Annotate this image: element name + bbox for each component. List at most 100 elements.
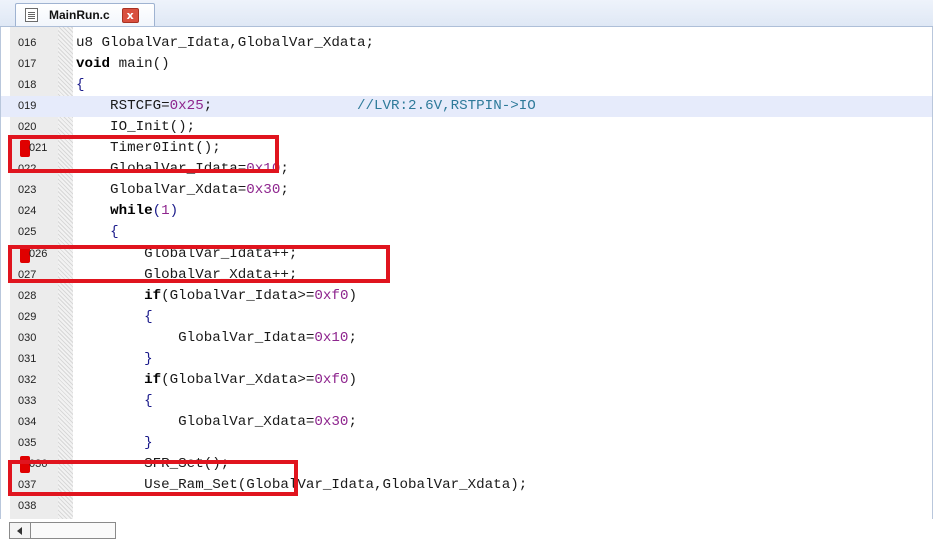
code-text[interactable]: IO_Init(); bbox=[76, 119, 195, 135]
horizontal-scrollbar[interactable] bbox=[0, 520, 933, 545]
line-number: 020 bbox=[18, 121, 37, 134]
code-line-029[interactable]: 029 { bbox=[1, 307, 932, 328]
code-text[interactable]: if(GlobalVar_Idata>=0xf0) bbox=[76, 288, 357, 304]
code-token: GlobalVar_Xdata= bbox=[76, 182, 247, 199]
close-tab-icon[interactable]: x bbox=[121, 7, 139, 23]
code-line-035[interactable]: 035 } bbox=[1, 433, 932, 454]
code-text[interactable]: u8 GlobalVar_Idata,GlobalVar_Xdata; bbox=[76, 35, 374, 51]
line-number: 016 bbox=[18, 37, 37, 49]
line-number: 030 bbox=[18, 331, 37, 344]
line-number: 025 bbox=[18, 226, 37, 239]
code-token: GlobalVar_Idata= bbox=[76, 329, 315, 346]
code-token: 0x30 bbox=[246, 182, 281, 199]
code-line-023[interactable]: 023 GlobalVar_Xdata=0x30; bbox=[1, 180, 932, 201]
code-line-030[interactable]: 030 GlobalVar_Idata=0x10; bbox=[1, 328, 932, 349]
code-token: //LVR:2.6V,RSTPIN->IO bbox=[356, 98, 536, 115]
code-token: IO_Init(); bbox=[76, 119, 196, 136]
code-token: ; bbox=[348, 329, 357, 346]
code-token: ; bbox=[203, 98, 357, 115]
code-token: ( bbox=[152, 203, 162, 220]
code-token: while bbox=[110, 203, 153, 220]
line-number: 028 bbox=[18, 289, 37, 302]
code-line-033[interactable]: 033 { bbox=[1, 391, 932, 412]
code-token: ; bbox=[348, 413, 357, 430]
code-text[interactable]: } bbox=[76, 351, 153, 367]
line-number: 033 bbox=[18, 394, 37, 407]
code-line-032[interactable]: 032 if(GlobalVar_Xdata>=0xf0) bbox=[1, 370, 932, 391]
tab-label: MainRun.c bbox=[49, 8, 110, 22]
code-text[interactable]: { bbox=[76, 77, 85, 93]
code-line-018[interactable]: 018 { bbox=[1, 75, 932, 96]
code-text[interactable]: GlobalVar_Xdata=0x30; bbox=[76, 414, 357, 430]
line-number: 018 bbox=[18, 79, 37, 92]
code-token: void bbox=[76, 56, 111, 73]
line-number: 032 bbox=[18, 373, 37, 386]
code-token: } bbox=[144, 434, 153, 451]
scroll-left-arrow-icon[interactable] bbox=[9, 522, 31, 539]
code-token: { bbox=[144, 392, 153, 409]
code-text[interactable]: { bbox=[76, 309, 153, 325]
code-token: if bbox=[144, 287, 162, 304]
c-file-icon bbox=[25, 8, 38, 22]
code-token: { bbox=[110, 224, 119, 241]
code-line-024[interactable]: 024 while(1) bbox=[1, 201, 932, 222]
code-token: ) bbox=[348, 371, 357, 388]
code-token: ; bbox=[280, 161, 289, 178]
tab-mainrun-c[interactable]: MainRun.c x bbox=[15, 3, 155, 26]
code-token: main() bbox=[110, 56, 170, 73]
annotation-box-line-036 bbox=[8, 460, 298, 496]
code-token: ) bbox=[348, 287, 357, 304]
code-line-017[interactable]: 017 void main() bbox=[1, 54, 932, 75]
code-text[interactable]: } bbox=[76, 435, 153, 451]
code-token: (GlobalVar_Idata>= bbox=[161, 287, 315, 304]
code-text[interactable]: { bbox=[76, 393, 153, 409]
code-line-031[interactable]: 031 } bbox=[1, 349, 932, 370]
code-token: if bbox=[144, 371, 162, 388]
line-number: 031 bbox=[18, 352, 37, 365]
editor-tab-bar: MainRun.c x bbox=[0, 0, 933, 27]
line-number: 038 bbox=[18, 500, 37, 513]
line-number: 019 bbox=[18, 100, 37, 113]
code-token: 0x25 bbox=[169, 98, 204, 115]
code-token: (GlobalVar_Xdata>= bbox=[161, 371, 315, 388]
code-token: 0x30 bbox=[314, 413, 349, 430]
code-line-034[interactable]: 034 GlobalVar_Xdata=0x30; bbox=[1, 412, 932, 433]
line-number: 017 bbox=[18, 58, 37, 71]
code-text[interactable]: { bbox=[76, 224, 119, 240]
code-line-025[interactable]: 025 { bbox=[1, 222, 932, 243]
code-line-028[interactable]: 028 if(GlobalVar_Idata>=0xf0) bbox=[1, 286, 932, 307]
line-number: 024 bbox=[18, 205, 37, 218]
code-token: ) bbox=[169, 203, 179, 220]
code-text[interactable]: if(GlobalVar_Xdata>=0xf0) bbox=[76, 372, 357, 388]
code-token: } bbox=[144, 350, 153, 367]
code-text[interactable]: RSTCFG=0x25; //LVR:2.6V,RSTPIN->IO bbox=[76, 98, 536, 114]
code-token: 0xf0 bbox=[314, 371, 349, 388]
code-line-038[interactable]: 038 bbox=[1, 496, 932, 517]
code-token: GlobalVar_Xdata= bbox=[76, 413, 315, 430]
annotation-box-line-021 bbox=[8, 135, 279, 173]
code-token: { bbox=[76, 77, 85, 94]
code-line-019[interactable]: 019 RSTCFG=0x25; //LVR:2.6V,RSTPIN->IO bbox=[1, 96, 932, 118]
code-token: 1 bbox=[161, 203, 170, 220]
code-token: RSTCFG= bbox=[76, 98, 170, 115]
line-number: 035 bbox=[18, 436, 37, 449]
line-number: 023 bbox=[18, 184, 37, 197]
annotation-box-line-026 bbox=[8, 245, 390, 283]
scrollbar-track[interactable] bbox=[31, 522, 116, 539]
code-token: 0x10 bbox=[314, 329, 349, 346]
code-line-016[interactable]: 016 u8 GlobalVar_Idata,GlobalVar_Xdata; bbox=[1, 33, 932, 54]
code-text[interactable]: GlobalVar_Idata=0x10; bbox=[76, 330, 357, 346]
code-text[interactable]: while(1) bbox=[76, 203, 178, 219]
code-token: { bbox=[144, 308, 153, 325]
code-text[interactable]: GlobalVar_Xdata=0x30; bbox=[76, 182, 289, 198]
code-token: 0xf0 bbox=[314, 287, 349, 304]
code-text[interactable]: void main() bbox=[76, 56, 170, 72]
